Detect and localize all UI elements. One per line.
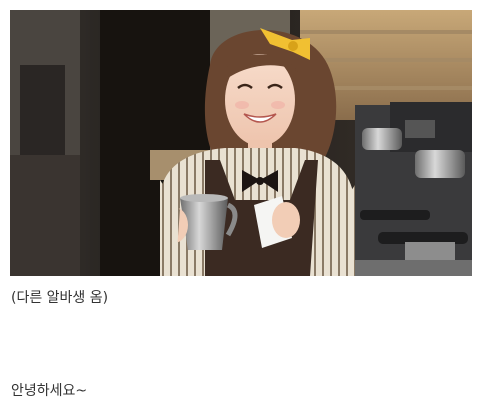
barista-photo	[10, 10, 472, 276]
greeting-text: 안녕하세요~	[11, 383, 88, 399]
post-page: (다른 알바생 옴) 안녕하세요~	[0, 0, 500, 408]
caption-text: (다른 알바생 옴)	[11, 290, 109, 306]
